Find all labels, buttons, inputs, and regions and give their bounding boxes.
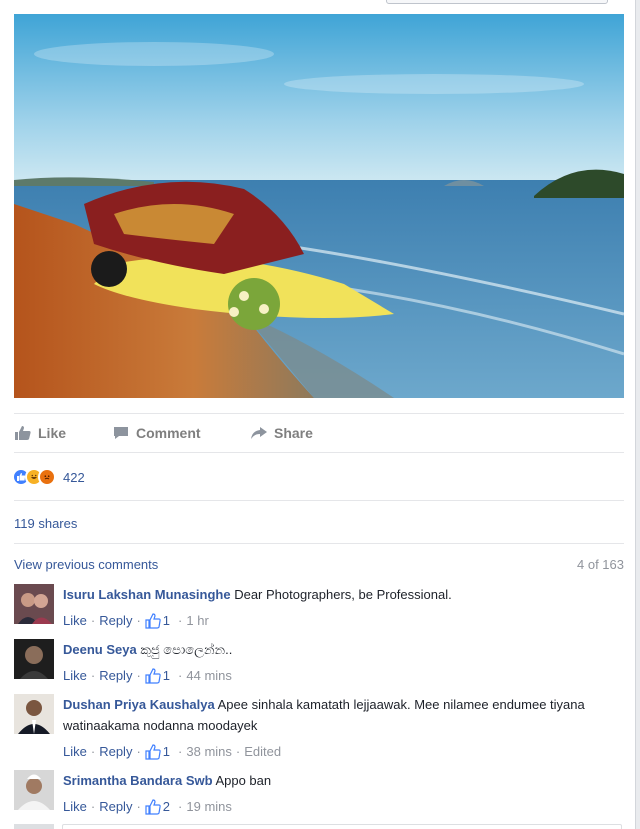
comment-reply-link[interactable]: Reply [99, 796, 132, 817]
comment-like-count[interactable]: 2 [163, 796, 170, 817]
like-button[interactable]: Like [14, 420, 66, 446]
comment-icon [114, 427, 128, 439]
avatar-image [14, 694, 54, 734]
avatar-image [14, 584, 54, 624]
comment-like-count[interactable]: 1 [163, 741, 170, 762]
comment-like-link[interactable]: Like [63, 741, 87, 762]
wedding-photo-image [14, 14, 624, 398]
comment-author[interactable]: Deenu Seya [63, 642, 137, 657]
divider-top [14, 413, 624, 414]
comment-time[interactable]: 44 mins [186, 665, 232, 686]
share-label: Share [274, 425, 313, 441]
like-label: Like [38, 425, 67, 441]
comment-like-count[interactable]: 1 [163, 665, 170, 686]
thumbs-up-icon [15, 426, 31, 440]
previous-comments-row: View previous comments 4 of 163 [14, 557, 624, 572]
comment-text: Appo ban [212, 773, 272, 788]
share-arrow-icon [251, 427, 267, 439]
avatar-image [14, 639, 54, 679]
post-photo[interactable] [14, 14, 624, 398]
comment-text: Dear Photographers, be Professional. [230, 587, 452, 602]
comment-author[interactable]: Isuru Lakshan Munasinghe [63, 587, 231, 602]
comment-text: කුජු පොලෙන්න.. [136, 642, 233, 657]
comment-button[interactable]: Comment [112, 420, 201, 446]
view-previous-comments-link[interactable]: View previous comments [14, 557, 158, 572]
comment-reply-link[interactable]: Reply [99, 665, 132, 686]
comment-meta: Like · Reply · 1 · 38 mins · Edited [63, 741, 619, 762]
comment-time[interactable]: 19 mins [186, 796, 232, 817]
comment-author[interactable]: Srimantha Bandara Swb [63, 773, 213, 788]
post-actions: Like Comment Share [14, 420, 624, 446]
reactions-count: 422 [63, 469, 85, 485]
divider-reactions [14, 500, 624, 501]
comment-like-count[interactable]: 1 [163, 610, 170, 631]
comment-count: 4 of 163 [577, 557, 624, 572]
avatar[interactable] [14, 584, 54, 624]
avatar-image [14, 770, 54, 810]
post-card: Like Comment Share 422 119 shares View p… [0, 0, 636, 829]
comment-edited-label[interactable]: Edited [244, 741, 281, 762]
comment-like-link[interactable]: Like [63, 665, 87, 686]
avatar[interactable] [14, 770, 54, 810]
comment-time[interactable]: 38 mins [186, 741, 232, 762]
like-outline-icon[interactable] [145, 743, 161, 760]
shares-count[interactable]: 119 shares [14, 516, 77, 531]
reactions-summary[interactable]: 422 [12, 466, 85, 488]
comment-reply-link[interactable]: Reply [99, 610, 132, 631]
angry-reaction-icon [38, 468, 56, 486]
comment-label: Comment [136, 425, 201, 441]
comment-time[interactable]: 1 hr [186, 610, 208, 631]
like-outline-icon[interactable] [145, 612, 161, 629]
comment-like-link[interactable]: Like [63, 610, 87, 631]
comment-like-link[interactable]: Like [63, 796, 87, 817]
divider-actions [14, 452, 624, 453]
top-input-box[interactable] [386, 0, 608, 4]
comment-body: Dushan Priya Kaushalya Apee sinhala kama… [63, 694, 619, 762]
comment-author[interactable]: Dushan Priya Kaushalya [63, 697, 215, 712]
comment-meta: Like · Reply · 1 · 44 mins [63, 665, 619, 686]
write-comment-input[interactable] [62, 824, 622, 829]
comment-body: Isuru Lakshan Munasinghe Dear Photograph… [63, 584, 619, 631]
comment-body: Srimantha Bandara Swb Appo ban Like · Rep… [63, 770, 619, 817]
comment-meta: Like · Reply · 1 · 1 hr [63, 610, 619, 631]
comment-body: Deenu Seya කුජු පොලෙන්න.. Like · Reply · 1… [63, 639, 619, 686]
comment-reply-link[interactable]: Reply [99, 741, 132, 762]
comment-meta: Like · Reply · 2 · 19 mins [63, 796, 619, 817]
like-outline-icon[interactable] [145, 798, 161, 815]
like-outline-icon[interactable] [145, 667, 161, 684]
share-button[interactable]: Share [250, 420, 313, 446]
divider-shares [14, 543, 624, 544]
avatar[interactable] [14, 639, 54, 679]
bottom-avatar [14, 824, 54, 829]
avatar[interactable] [14, 694, 54, 734]
